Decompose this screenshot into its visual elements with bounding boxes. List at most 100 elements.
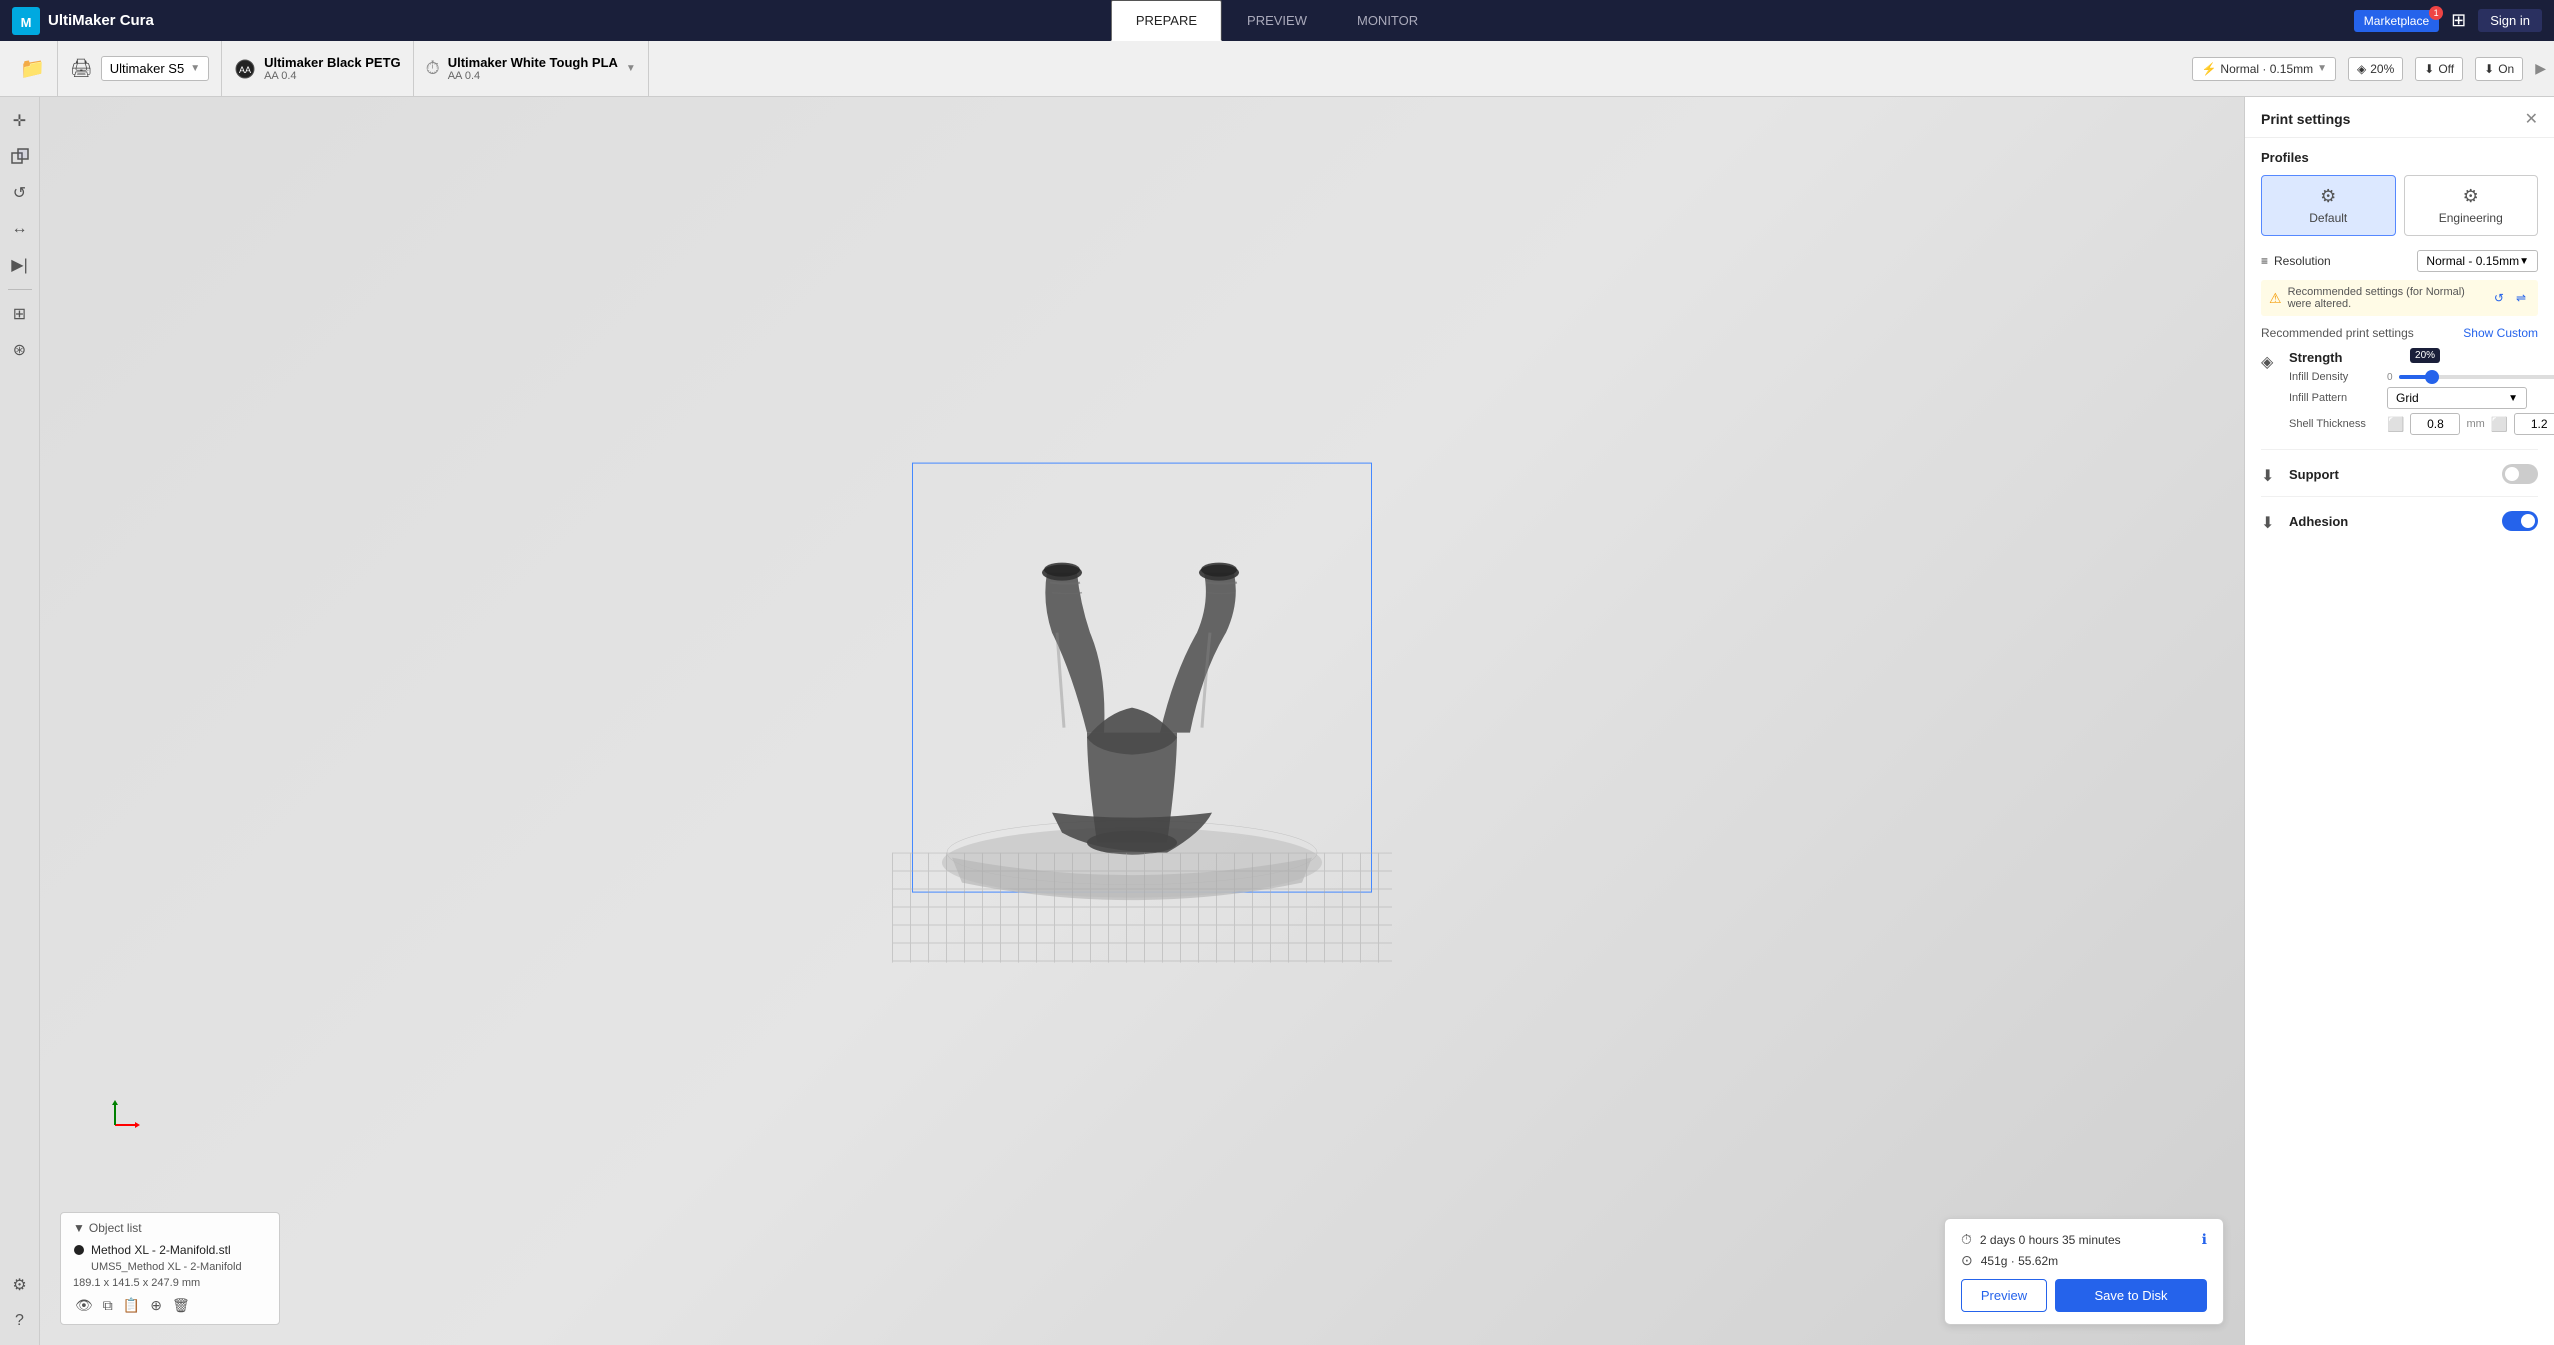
object-duplicate-button[interactable]: ⧉ <box>101 1295 115 1316</box>
material1-icon: AA <box>234 58 256 80</box>
tab-monitor[interactable]: MONITOR <box>1332 0 1443 41</box>
clock-icon: ⏱ <box>1961 1231 1972 1248</box>
object-list-item[interactable]: Method XL - 2-Manifold.stl <box>73 1241 267 1259</box>
adhesion-chip[interactable]: ⬇ On <box>2475 57 2523 81</box>
per-model-button[interactable]: ▶| <box>4 249 36 281</box>
panel-title: Print settings <box>2261 111 2350 127</box>
viewport[interactable]: ▼ Object list Method XL - 2-Manifold.stl… <box>40 97 2244 1345</box>
adhesion-title: Adhesion <box>2289 514 2348 529</box>
resolution-select[interactable]: Normal - 0.15mm ▼ <box>2417 250 2538 272</box>
support-blocker-button[interactable]: ⊛ <box>4 334 36 366</box>
shell-thickness-label: Shell Thickness <box>2289 418 2379 430</box>
toolbar-material1-section: AA Ultimaker Black PETG AA 0.4 <box>222 41 414 96</box>
logo-icon: M <box>12 7 40 35</box>
adhesion-toggle[interactable] <box>2502 511 2538 531</box>
show-custom-button[interactable]: Show Custom <box>2463 326 2538 340</box>
printer-icon: 🖨 <box>70 58 93 79</box>
tab-prepare[interactable]: PREPARE <box>1111 0 1222 41</box>
infill-density-row: Infill Density 0 20% 100 <box>2289 371 2554 383</box>
scale-tool-button[interactable] <box>4 141 36 173</box>
navbar-right: Marketplace 1 ⊞ Sign in <box>2354 9 2542 32</box>
move-tool-button[interactable]: ✛ <box>4 105 36 137</box>
profile-chip[interactable]: ⚡ Normal · 0.15mm ▼ <box>2192 57 2336 81</box>
navbar-center: PREPARE PREVIEW MONITOR <box>1111 0 1443 41</box>
rotate-tool-button[interactable]: ↺ <box>4 177 36 209</box>
info-icon[interactable]: ℹ <box>2202 1231 2207 1248</box>
save-to-disk-button[interactable]: Save to Disk <box>2055 1279 2207 1312</box>
navbar-left: M UltiMaker Cura <box>12 7 154 35</box>
help-button[interactable]: ? <box>4 1305 36 1337</box>
support-toggle[interactable] <box>2502 464 2538 484</box>
svg-text:AA: AA <box>239 65 251 75</box>
slider-thumb[interactable]: 20% <box>2425 370 2439 384</box>
3d-model <box>932 473 1332 913</box>
object-visible-button[interactable]: 👁 <box>73 1295 95 1316</box>
printer-select[interactable]: Ultimaker S5 ▼ <box>101 56 209 81</box>
main-toolbar: 📁 🖨 Ultimaker S5 ▼ AA Ultimaker Black PE… <box>0 41 2554 97</box>
apps-icon[interactable]: ⊞ <box>2451 10 2466 31</box>
support-setting-icon: ⬇ <box>2261 466 2281 486</box>
object-delete-button[interactable]: 🗑 <box>170 1295 192 1316</box>
shell-thickness-row: Shell Thickness ⬜ mm ⬜ mm <box>2289 413 2554 435</box>
signin-button[interactable]: Sign in <box>2478 9 2542 32</box>
panel-close-button[interactable]: ✕ <box>2525 109 2538 129</box>
object-color-dot <box>73 1244 85 1256</box>
infill-density-slider[interactable]: 0 20% 100 <box>2387 372 2554 383</box>
top-thickness-input[interactable] <box>2514 413 2554 435</box>
marketplace-button[interactable]: Marketplace 1 <box>2354 10 2439 32</box>
object-list-panel: ▼ Object list Method XL - 2-Manifold.stl… <box>60 1212 280 1325</box>
profiles-section-label: Profiles <box>2261 150 2538 165</box>
mirror-tool-button[interactable]: ↔ <box>4 213 36 245</box>
bottom-panel: ⏱ 2 days 0 hours 35 minutes ℹ ⊙ 451g · 5… <box>1944 1218 2224 1325</box>
warning-icon: ⚠ <box>2269 290 2282 307</box>
profile-card-engineering[interactable]: ⚙ Engineering <box>2404 175 2539 236</box>
default-profile-icon: ⚙ <box>2320 186 2336 207</box>
infill-pattern-row: Infill Pattern Grid ▼ <box>2289 387 2554 409</box>
open-file-button[interactable]: 📁 <box>20 56 45 81</box>
object-actions: 👁 ⧉ 📋 ⊕ 🗑 <box>73 1295 267 1316</box>
object-dimensions: 189.1 x 141.5 x 247.9 mm <box>73 1275 267 1291</box>
profile-card-default[interactable]: ⚙ Default <box>2261 175 2396 236</box>
object-list-header[interactable]: ▼ Object list <box>73 1221 267 1235</box>
axis-indicator <box>110 1100 140 1135</box>
settings-button[interactable]: ⚙ <box>4 1269 36 1301</box>
infill-chip-icon: ◈ <box>2357 62 2366 76</box>
wall-thickness-input[interactable] <box>2410 413 2460 435</box>
app-title: UltiMaker Cura <box>48 12 154 29</box>
estimate-time-row: ⏱ 2 days 0 hours 35 minutes ℹ <box>1961 1231 2207 1248</box>
adhesion-body: Adhesion <box>2289 511 2538 531</box>
infill-chip[interactable]: ◈ 20% <box>2348 57 2403 81</box>
print-bed-grid <box>892 853 1392 963</box>
support-body: Support <box>2289 464 2538 484</box>
material2-info: Ultimaker White Tough PLA AA 0.4 <box>448 55 618 82</box>
svg-text:M: M <box>21 15 32 30</box>
support-chip-icon: ⬇ <box>2424 62 2434 76</box>
strength-body: Strength Infill Density 0 20% <box>2289 350 2554 439</box>
material2-chevron: ▼ <box>626 63 636 74</box>
shell-thickness-inputs: ⬜ mm ⬜ mm <box>2387 413 2554 435</box>
material2-icon: ⏱ <box>426 58 440 79</box>
strength-icon: ◈ <box>2261 352 2281 372</box>
profile-chip-icon: ⚡ <box>2201 62 2216 76</box>
warning-sync-button[interactable]: ⇌ <box>2512 291 2530 305</box>
marketplace-badge: 1 <box>2429 6 2443 20</box>
tab-preview[interactable]: PREVIEW <box>1222 0 1332 41</box>
adhesion-setting-icon: ⬇ <box>2261 513 2281 533</box>
infill-pattern-select[interactable]: Grid ▼ <box>2387 387 2527 409</box>
toolbar-more-chevron-icon[interactable]: ▶ <box>2535 60 2546 77</box>
multiply-objects-button[interactable]: ⊞ <box>4 298 36 330</box>
viewport-bg <box>40 97 2244 1345</box>
object-copy-button[interactable]: 📋 <box>121 1295 142 1316</box>
warning-reset-button[interactable]: ↺ <box>2490 291 2508 305</box>
strength-setting-item: ◈ Strength Infill Density 0 20% <box>2261 350 2538 450</box>
preview-button[interactable]: Preview <box>1961 1279 2047 1312</box>
object-merge-button[interactable]: ⊕ <box>148 1295 164 1316</box>
resolution-row: ≡ Resolution Normal - 0.15mm ▼ <box>2261 250 2538 272</box>
support-chip[interactable]: ⬇ Off <box>2415 57 2463 81</box>
slider-value-bubble: 20% <box>2410 348 2440 363</box>
resolution-label: ≡ Resolution <box>2261 254 2331 268</box>
estimate-weight-row: ⊙ 451g · 55.62m <box>1961 1252 2207 1269</box>
left-sidebar: ✛ ↺ ↔ ▶| ⊞ ⊛ ⚙ ? <box>0 97 40 1345</box>
infill-density-label: Infill Density <box>2289 371 2379 383</box>
3d-scene <box>882 443 1402 1023</box>
